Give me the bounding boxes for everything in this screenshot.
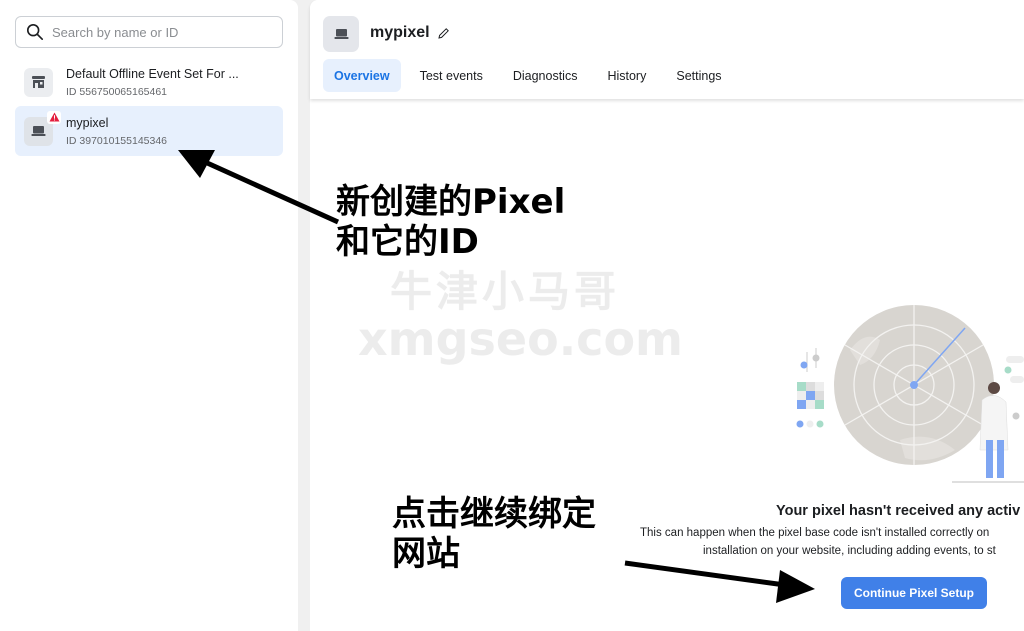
item-name: mypixel bbox=[66, 115, 109, 130]
search-icon bbox=[26, 23, 44, 41]
item-id: ID 397010155145346 bbox=[66, 134, 168, 147]
empty-state-description: This can happen when the pixel base code… bbox=[640, 524, 1024, 560]
annotation-continue-setup: 点击继续绑定 网站 bbox=[392, 494, 596, 574]
pixel-name: mypixel bbox=[370, 24, 430, 41]
annotation-line: 和它的ID bbox=[336, 222, 479, 263]
radar-illustration bbox=[796, 305, 1024, 483]
item-id: ID 556750065165461 bbox=[66, 85, 168, 98]
pencil-icon[interactable] bbox=[437, 27, 450, 40]
page-title: mypixel bbox=[370, 24, 450, 42]
laptop-icon bbox=[24, 110, 61, 146]
warning-icon bbox=[47, 110, 61, 124]
description-line-1: This can happen when the pixel base code… bbox=[640, 527, 990, 539]
laptop-icon bbox=[323, 16, 359, 52]
empty-state-title: Your pixel hasn't received any activ bbox=[776, 503, 1021, 519]
description-line-2: installation on your website, including … bbox=[703, 545, 996, 557]
annotation-line: 点击继续绑定 bbox=[392, 494, 596, 534]
pixel-list-sidebar: Default Offline Event Set For ... ID 556… bbox=[0, 0, 298, 631]
tab-diagnostics[interactable]: Diagnostics bbox=[502, 59, 589, 92]
search-input[interactable] bbox=[52, 24, 272, 40]
annotation-line: 网站 bbox=[392, 534, 460, 575]
tab-bar: Overview Test events Diagnostics History… bbox=[323, 59, 741, 92]
tab-history[interactable]: History bbox=[596, 59, 657, 92]
tab-settings[interactable]: Settings bbox=[665, 59, 732, 92]
pixel-header: mypixel Overview Test events Diagnostics… bbox=[310, 0, 1024, 99]
tab-test-events[interactable]: Test events bbox=[409, 59, 494, 92]
search-box[interactable] bbox=[15, 16, 283, 48]
store-icon bbox=[24, 67, 53, 97]
continue-pixel-setup-button[interactable]: Continue Pixel Setup bbox=[841, 577, 987, 609]
annotation-new-pixel: 新创建的Pixel 和它的ID bbox=[336, 182, 565, 262]
tab-overview[interactable]: Overview bbox=[323, 59, 401, 92]
annotation-line: 新创建的Pixel bbox=[336, 182, 566, 222]
list-item-offline-event-set[interactable]: Default Offline Event Set For ... ID 556… bbox=[15, 57, 283, 107]
item-name: Default Offline Event Set For ... bbox=[66, 66, 239, 81]
list-item-mypixel[interactable]: mypixel ID 397010155145346 bbox=[15, 106, 283, 156]
